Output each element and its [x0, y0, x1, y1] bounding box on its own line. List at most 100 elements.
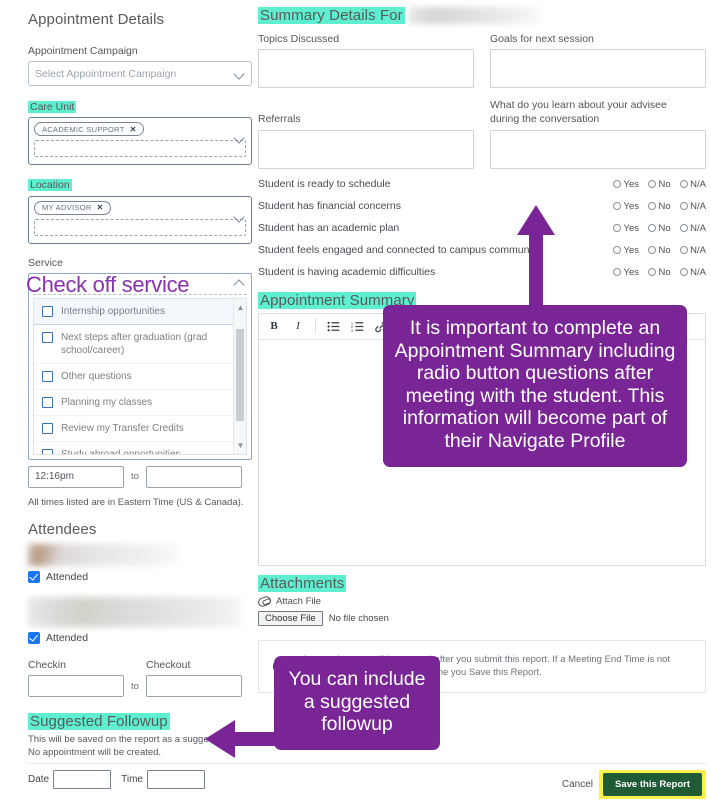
- radio-icon[interactable]: [679, 180, 688, 189]
- file-input-row[interactable]: Choose File No file chosen: [258, 610, 706, 626]
- appointment-campaign-select[interactable]: Select Appointment Campaign: [28, 61, 252, 87]
- scrollbar-thumb[interactable]: [236, 328, 244, 421]
- attach-file-label: Attach File: [276, 595, 321, 607]
- radio-option-yes[interactable]: Yes: [613, 201, 639, 212]
- time-to-label: to: [131, 471, 139, 483]
- cancel-button[interactable]: Cancel: [562, 779, 593, 790]
- checkbox-icon[interactable]: [42, 396, 53, 408]
- service-multiselect[interactable]: Internship opportunities Next steps afte…: [28, 272, 252, 460]
- radio-option-yes[interactable]: Yes: [613, 267, 639, 278]
- radio-icon[interactable]: [648, 246, 656, 255]
- question-label: Student has an academic plan: [258, 222, 400, 235]
- care-unit-input[interactable]: [34, 140, 246, 158]
- radio-icon[interactable]: [679, 202, 688, 211]
- question-options: Yes No N/A: [613, 179, 706, 190]
- radio-option-no[interactable]: No: [648, 201, 671, 212]
- chevron-down-icon[interactable]: [234, 211, 245, 222]
- question-label: Student feels engaged and connected to c…: [258, 244, 540, 257]
- attended-checkbox-row[interactable]: Attended: [28, 570, 252, 583]
- followup-time-input[interactable]: [146, 770, 205, 790]
- radio-icon[interactable]: [679, 224, 688, 233]
- radio-option-na[interactable]: N/A: [679, 201, 706, 212]
- service-list-scrollbar[interactable]: ▲ ▼: [233, 298, 246, 454]
- checkout-input[interactable]: [146, 674, 242, 697]
- location-input[interactable]: [34, 218, 246, 236]
- radio-icon[interactable]: [648, 180, 656, 189]
- annotation-arrow-up: [515, 205, 557, 313]
- choose-file-button[interactable]: Choose File: [258, 610, 323, 626]
- scroll-down-icon[interactable]: ▼: [236, 441, 245, 450]
- service-option[interactable]: Other questions: [34, 364, 246, 390]
- service-option[interactable]: Planning my classes: [34, 390, 246, 416]
- service-option[interactable]: Review my Transfer Credits: [34, 416, 246, 442]
- question-row: Student has an academic plan Yes No N/A: [258, 219, 706, 238]
- radio-option-yes[interactable]: Yes: [613, 223, 639, 234]
- numbered-list-icon[interactable]: 123: [346, 315, 368, 337]
- radio-icon[interactable]: [648, 224, 656, 233]
- goals-next-session-textarea[interactable]: [490, 49, 706, 89]
- radio-icon[interactable]: [613, 180, 621, 189]
- checkbox-icon[interactable]: [42, 448, 53, 454]
- followup-date-input[interactable]: [53, 770, 112, 790]
- radio-option-na[interactable]: N/A: [679, 245, 706, 256]
- radio-icon[interactable]: [648, 268, 656, 277]
- save-this-report-button[interactable]: Save this Report: [603, 773, 702, 796]
- footer-actions: Cancel Save this Report: [562, 770, 706, 799]
- advisee-learning-group: What do you learn about your advisee dur…: [490, 98, 706, 169]
- radio-option-na[interactable]: N/A: [679, 223, 706, 234]
- question-row: Student feels engaged and connected to c…: [258, 241, 706, 260]
- radio-icon[interactable]: [613, 268, 621, 277]
- service-option[interactable]: Next steps after graduation (grad school…: [34, 325, 246, 364]
- service-option-label: Study abroad opportunities: [61, 448, 181, 455]
- remove-chip-icon[interactable]: ✕: [97, 203, 104, 212]
- radio-option-yes[interactable]: Yes: [613, 245, 639, 256]
- care-unit-chip[interactable]: Academic Support ✕: [34, 122, 144, 137]
- save-button-highlight: Save this Report: [599, 770, 706, 799]
- question-row: Student is ready to schedule Yes No N/A: [258, 175, 706, 194]
- checkbox-checked-icon[interactable]: [28, 570, 40, 583]
- advisee-learning-textarea[interactable]: [490, 129, 706, 169]
- remove-chip-icon[interactable]: ✕: [130, 125, 137, 134]
- service-options-list[interactable]: Internship opportunities Next steps afte…: [33, 297, 247, 455]
- meeting-time-row: 12:16pm to: [28, 465, 252, 488]
- service-option-label: Internship opportunities: [61, 305, 165, 317]
- radio-icon[interactable]: [648, 202, 656, 211]
- bold-button[interactable]: B: [263, 315, 285, 337]
- radio-option-yes[interactable]: Yes: [613, 179, 639, 190]
- attended-checkbox-row[interactable]: Attended: [28, 631, 252, 644]
- radio-icon[interactable]: [679, 246, 688, 255]
- radio-option-no[interactable]: No: [648, 267, 671, 278]
- checkin-input[interactable]: [28, 674, 124, 697]
- care-unit-multiselect[interactable]: Academic Support ✕: [28, 117, 252, 166]
- scroll-up-icon[interactable]: ▲: [236, 303, 245, 312]
- checkbox-checked-icon[interactable]: [28, 631, 40, 644]
- radio-option-no[interactable]: No: [648, 223, 671, 234]
- service-option[interactable]: Study abroad opportunities: [34, 442, 246, 455]
- checkbox-icon[interactable]: [42, 305, 53, 317]
- radio-icon[interactable]: [679, 268, 688, 277]
- radio-icon[interactable]: [613, 224, 621, 233]
- location-chip[interactable]: My Advisor ✕: [34, 200, 111, 215]
- radio-option-no[interactable]: No: [648, 245, 671, 256]
- meeting-start-time-input[interactable]: 12:16pm: [28, 465, 124, 488]
- checkbox-icon[interactable]: [42, 331, 53, 343]
- radio-option-na[interactable]: N/A: [679, 179, 706, 190]
- radio-option-no[interactable]: No: [648, 179, 671, 190]
- chevron-down-icon[interactable]: [234, 132, 245, 143]
- checkbox-icon[interactable]: [42, 422, 53, 434]
- radio-icon[interactable]: [613, 202, 621, 211]
- radio-option-na[interactable]: N/A: [679, 267, 706, 278]
- question-row: Student has financial concerns Yes No N/…: [258, 197, 706, 216]
- summary-fields-row-2: Referrals What do you learn about your a…: [258, 98, 706, 169]
- italic-button[interactable]: I: [287, 315, 309, 337]
- service-option[interactable]: Internship opportunities: [34, 298, 246, 325]
- bullet-list-icon[interactable]: [322, 315, 344, 337]
- referrals-label: Referrals: [258, 113, 301, 126]
- checkbox-icon[interactable]: [42, 370, 53, 382]
- chevron-up-icon[interactable]: [234, 278, 245, 289]
- meeting-end-time-input[interactable]: [145, 465, 242, 488]
- radio-icon[interactable]: [613, 246, 621, 255]
- referrals-textarea[interactable]: [258, 129, 474, 169]
- location-multiselect[interactable]: My Advisor ✕: [28, 195, 252, 244]
- topics-discussed-textarea[interactable]: [258, 49, 474, 89]
